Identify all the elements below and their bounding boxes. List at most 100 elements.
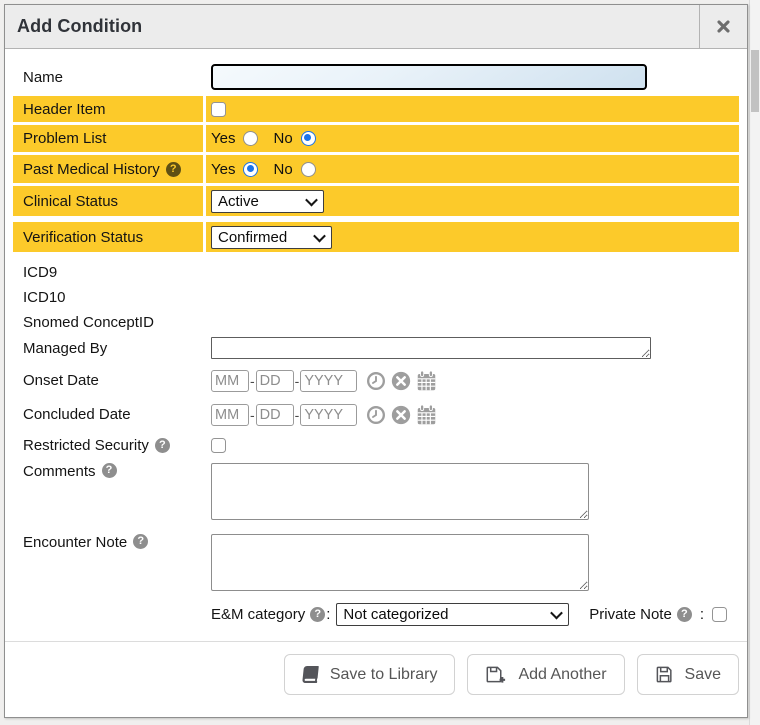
row-comments: Comments ? — [13, 460, 739, 522]
help-icon[interactable]: ? — [155, 438, 170, 453]
dialog-title: Add Condition — [5, 5, 699, 48]
dialog-body: Name Header Item Problem List Yes No Pas… — [5, 49, 747, 627]
x-circle-icon — [391, 405, 411, 425]
verification-status-label: Verification Status — [23, 229, 143, 246]
add-condition-dialog: Add Condition Name Header Item Problem L… — [4, 4, 748, 718]
private-note-colon: : — [700, 606, 704, 623]
pmh-yes-radio[interactable] — [243, 162, 258, 177]
date-separator: - — [250, 373, 255, 389]
row-header-item: Header Item — [13, 96, 739, 122]
private-note-checkbox[interactable] — [712, 607, 727, 622]
row-concluded-date: Concluded Date - - — [13, 399, 739, 430]
icd10-label: ICD10 — [23, 289, 66, 306]
chevron-down-icon — [305, 193, 318, 206]
problem-list-yes-label: Yes — [211, 130, 235, 147]
header-item-checkbox[interactable] — [211, 102, 226, 117]
clock-icon — [366, 405, 386, 425]
save-button[interactable]: Save — [637, 654, 739, 695]
past-medical-history-label: Past Medical History — [23, 161, 160, 178]
calendar-icon — [416, 370, 437, 392]
onset-date-day-input[interactable] — [256, 370, 294, 392]
header-item-label: Header Item — [23, 101, 106, 118]
encounter-note-label: Encounter Note — [23, 534, 127, 551]
pmh-yes-label: Yes — [211, 161, 235, 178]
snomed-conceptid-label: Snomed ConceptID — [23, 314, 154, 331]
row-icd10: ICD10 — [13, 285, 739, 310]
onset-now-button[interactable] — [366, 371, 386, 391]
onset-date-label: Onset Date — [23, 372, 99, 389]
pmh-no-radio[interactable] — [301, 162, 316, 177]
comments-label: Comments — [23, 463, 96, 480]
save-to-library-button[interactable]: Save to Library — [284, 654, 456, 695]
private-note-label: Private Note — [589, 606, 672, 623]
restricted-security-checkbox[interactable] — [211, 438, 226, 453]
onset-calendar-button[interactable] — [416, 370, 437, 392]
em-category-colon: : — [326, 606, 330, 623]
problem-list-label: Problem List — [23, 130, 106, 147]
row-snomed-conceptid: Snomed ConceptID — [13, 310, 739, 335]
encounter-note-textarea[interactable] — [211, 534, 589, 591]
save-to-library-label: Save to Library — [330, 666, 438, 684]
concluded-clear-button[interactable] — [391, 405, 411, 425]
onset-date-month-input[interactable] — [211, 370, 249, 392]
row-encounter-note: Encounter Note ? — [13, 531, 739, 593]
row-name: Name — [13, 62, 739, 92]
dialog-footer: Save to Library Add Another Save — [5, 641, 747, 695]
help-icon[interactable]: ? — [102, 463, 117, 478]
chevron-down-icon — [551, 606, 564, 619]
concluded-date-month-input[interactable] — [211, 404, 249, 426]
help-icon[interactable]: ? — [677, 607, 692, 622]
row-verification-status: Verification Status Confirmed — [13, 222, 739, 252]
pmh-no-label: No — [273, 161, 292, 178]
calendar-icon — [416, 404, 437, 426]
row-onset-date: Onset Date - - — [13, 365, 739, 396]
concluded-date-day-input[interactable] — [256, 404, 294, 426]
verification-status-select[interactable]: Confirmed — [211, 226, 332, 249]
name-input[interactable] — [211, 64, 647, 90]
verification-status-value: Confirmed — [218, 229, 287, 246]
concluded-date-year-input[interactable] — [300, 404, 357, 426]
em-category-select[interactable]: Not categorized — [336, 603, 569, 626]
page-scrollbar-thumb[interactable] — [751, 50, 759, 112]
managed-by-label: Managed By — [23, 340, 107, 357]
row-clinical-status: Clinical Status Active — [13, 186, 739, 216]
row-em-category: E&M category ? : Not categorized Private… — [13, 601, 739, 627]
help-icon[interactable]: ? — [310, 607, 325, 622]
managed-by-input[interactable] — [211, 337, 651, 359]
floppy-save-icon — [655, 665, 674, 684]
onset-date-year-input[interactable] — [300, 370, 357, 392]
clinical-status-select[interactable]: Active — [211, 190, 324, 213]
row-icd9: ICD9 — [13, 260, 739, 285]
help-icon[interactable]: ? — [166, 162, 181, 177]
clock-icon — [366, 371, 386, 391]
row-restricted-security: Restricted Security ? — [13, 432, 739, 458]
concluded-now-button[interactable] — [366, 405, 386, 425]
problem-list-yes-radio[interactable] — [243, 131, 258, 146]
save-plus-icon — [485, 665, 507, 684]
onset-clear-button[interactable] — [391, 371, 411, 391]
icd9-label: ICD9 — [23, 264, 57, 281]
comments-textarea[interactable] — [211, 463, 589, 520]
clinical-status-label: Clinical Status — [23, 193, 118, 210]
em-category-value: Not categorized — [343, 606, 448, 623]
book-icon — [301, 666, 320, 683]
help-icon[interactable]: ? — [133, 534, 148, 549]
date-separator: - — [295, 407, 300, 423]
problem-list-no-radio[interactable] — [301, 131, 316, 146]
name-label: Name — [23, 69, 63, 86]
concluded-date-label: Concluded Date — [23, 406, 131, 423]
chevron-down-icon — [313, 229, 326, 242]
close-icon — [716, 19, 731, 34]
add-another-label: Add Another — [518, 666, 606, 684]
date-separator: - — [250, 407, 255, 423]
close-button[interactable] — [699, 5, 747, 48]
page-scrollbar[interactable] — [749, 0, 760, 725]
dialog-titlebar: Add Condition — [5, 5, 747, 49]
concluded-calendar-button[interactable] — [416, 404, 437, 426]
x-circle-icon — [391, 371, 411, 391]
problem-list-no-label: No — [273, 130, 292, 147]
row-past-medical-history: Past Medical History ? Yes No — [13, 155, 739, 183]
add-another-button[interactable]: Add Another — [467, 654, 624, 695]
em-category-label: E&M category — [211, 606, 305, 623]
save-label: Save — [685, 666, 721, 684]
